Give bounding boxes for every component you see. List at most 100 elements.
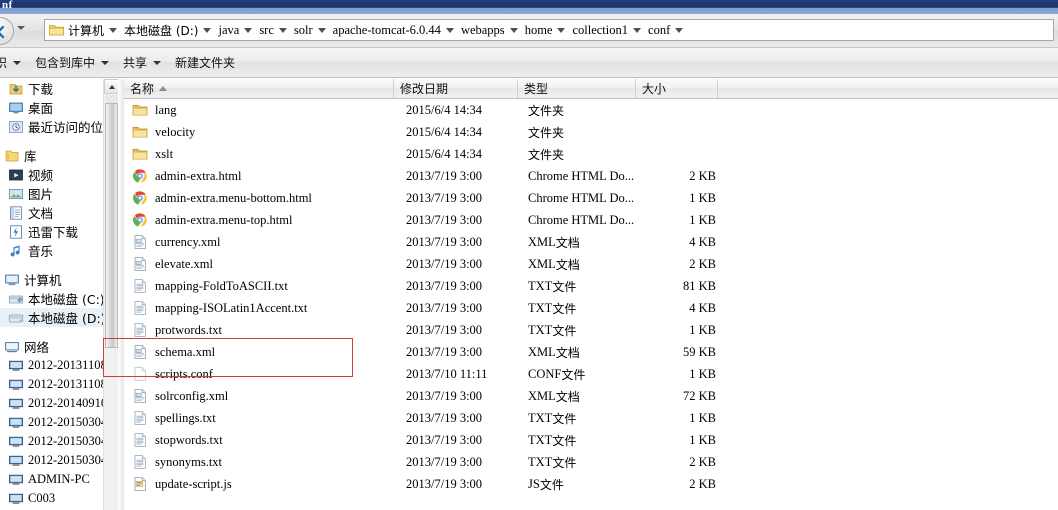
- sidebar-item-library-4[interactable]: 音乐: [0, 241, 103, 260]
- sidebar-item-network-3[interactable]: 2012-20150304AU: [0, 413, 103, 432]
- sidebar-group-libraries[interactable]: 库: [0, 146, 103, 165]
- file-name-cell[interactable]: spellings.txt: [132, 407, 216, 429]
- breadcrumb-item[interactable]: solr: [292, 20, 314, 40]
- breadcrumb-item[interactable]: home: [523, 20, 554, 40]
- file-name-cell[interactable]: admin-extra.menu-bottom.html: [132, 187, 312, 209]
- sidebar-item-library-1[interactable]: 图片: [0, 184, 103, 203]
- sidebar-group-computer[interactable]: 计算机: [0, 270, 103, 289]
- breadcrumb-item[interactable]: conf: [646, 20, 671, 40]
- breadcrumb-item[interactable]: collection1: [570, 20, 629, 40]
- breadcrumb-chevron-icon[interactable]: [557, 27, 566, 33]
- column-header-3[interactable]: 大小: [636, 79, 718, 98]
- scroll-up-button[interactable]: [104, 79, 119, 94]
- table-row[interactable]: lang 2015/6/4 14:34 文件夹: [124, 99, 1058, 121]
- table-row[interactable]: admin-extra.html 2013/7/19 3:00 Chrome HTM…: [124, 165, 1058, 187]
- table-row[interactable]: mapping-ISOLatin1Accent.txt 2013/7/19 3:0…: [124, 297, 1058, 319]
- file-name-cell[interactable]: update-script.js: [132, 473, 232, 495]
- sidebar-item-network-5[interactable]: 2012-201503040K: [0, 451, 103, 470]
- file-name-cell[interactable]: stopwords.txt: [132, 429, 223, 451]
- toolbar-item-0[interactable]: 织: [0, 52, 28, 74]
- sidebar-item-network-0[interactable]: 2012-20131108DW: [0, 356, 103, 375]
- back-button[interactable]: [0, 17, 14, 45]
- file-size-cell: 1 KB: [689, 432, 716, 447]
- sidebar-item-drive-1[interactable]: 本地磁盘 (D:): [0, 308, 103, 327]
- sidebar-item-network-2[interactable]: 2012-20140910VM: [0, 394, 103, 413]
- file-type-cell: XML 文档: [528, 341, 580, 363]
- explorer-window: nf 计算机 本地磁盘 (D:) java src solr apache-tomcat-…: [0, 0, 1058, 510]
- column-header-2[interactable]: 类型: [518, 79, 636, 98]
- file-name-cell[interactable]: velocity: [132, 121, 195, 143]
- file-name-cell[interactable]: elevate.xml: [132, 253, 213, 275]
- column-header-0[interactable]: 名称: [124, 79, 394, 98]
- scrollbar-thumb[interactable]: [105, 103, 118, 348]
- table-row[interactable]: synonyms.txt 2013/7/19 3:00 TXT 文件 2 KB: [124, 451, 1058, 473]
- breadcrumb-chevron-icon[interactable]: [109, 27, 118, 33]
- breadcrumb-chevron-icon[interactable]: [509, 27, 518, 33]
- breadcrumb-item[interactable]: 计算机: [66, 20, 105, 40]
- table-row[interactable]: elevate.xml 2013/7/19 3:00 XML 文档 2 KB: [124, 253, 1058, 275]
- file-name-cell[interactable]: lang: [132, 99, 177, 121]
- file-name-cell[interactable]: xslt: [132, 143, 173, 165]
- column-header-1[interactable]: 修改日期: [394, 79, 518, 98]
- file-name-cell[interactable]: mapping-ISOLatin1Accent.txt: [132, 297, 307, 319]
- table-row[interactable]: spellings.txt 2013/7/19 3:00 TXT 文件 1 KB: [124, 407, 1058, 429]
- sidebar-item-favorite-0[interactable]: 下载: [0, 79, 103, 98]
- sidebar-item-network-1[interactable]: 2012-20131108UU: [0, 375, 103, 394]
- sidebar-item-library-2[interactable]: 文档: [0, 203, 103, 222]
- table-row[interactable]: xslt 2015/6/4 14:34 文件夹: [124, 143, 1058, 165]
- sidebar-item-network-7[interactable]: C003: [0, 489, 103, 508]
- table-row[interactable]: protwords.txt 2013/7/19 3:00 TXT 文件 1 KB: [124, 319, 1058, 341]
- breadcrumb-item[interactable]: webapps: [459, 20, 506, 40]
- sidebar-item-network-4[interactable]: 2012-20150304HL: [0, 432, 103, 451]
- toolbar-item-1[interactable]: 包含到库中: [28, 52, 116, 74]
- breadcrumb-chevron-icon[interactable]: [445, 27, 454, 33]
- table-row[interactable]: mapping-FoldToASCII.txt 2013/7/19 3:00 TXT…: [124, 275, 1058, 297]
- scrollbar-track[interactable]: [105, 95, 118, 103]
- file-name-cell[interactable]: scripts.conf: [132, 363, 213, 385]
- sidebar-item-network-6[interactable]: ADMIN-PC: [0, 470, 103, 489]
- sidebar-group-network[interactable]: 网络: [0, 337, 103, 356]
- file-name-cell[interactable]: synonyms.txt: [132, 451, 222, 473]
- breadcrumb-chevron-icon[interactable]: [317, 27, 326, 33]
- toolbar-item-3[interactable]: 新建文件夹: [168, 52, 242, 74]
- breadcrumb-chevron-icon[interactable]: [675, 27, 684, 33]
- breadcrumb-item[interactable]: apache-tomcat-6.0.44: [331, 20, 442, 40]
- table-row[interactable]: update-script.js 2013/7/19 3:00 JS 文件 2 KB: [124, 473, 1058, 495]
- file-type-cell: XML 文档: [528, 231, 580, 253]
- file-date-cell: 2013/7/19 3:00: [406, 322, 483, 337]
- toolbar-item-2[interactable]: 共享: [116, 52, 168, 74]
- breadcrumb-chevron-icon[interactable]: [244, 27, 253, 33]
- file-name-cell[interactable]: schema.xml: [132, 341, 215, 363]
- file-name-cell[interactable]: currency.xml: [132, 231, 220, 253]
- breadcrumb-chevron-icon[interactable]: [203, 27, 212, 33]
- sidebar-item-favorite-1[interactable]: 桌面: [0, 98, 103, 117]
- file-name-cell[interactable]: admin-extra.menu-top.html: [132, 209, 292, 231]
- sidebar-item-library-3[interactable]: 迅雷下载: [0, 222, 103, 241]
- sidebar-item-drive-0[interactable]: 本地磁盘 (C:): [0, 289, 103, 308]
- table-row[interactable]: currency.xml 2013/7/19 3:00 XML 文档 4 KB: [124, 231, 1058, 253]
- sidebar-item-favorite-2[interactable]: 最近访问的位置: [0, 117, 103, 136]
- table-row[interactable]: velocity 2015/6/4 14:34 文件夹: [124, 121, 1058, 143]
- address-bar[interactable]: 计算机 本地磁盘 (D:) java src solr apache-tomcat-6.0…: [44, 19, 1054, 41]
- file-size-cell: 4 KB: [689, 300, 716, 315]
- file-name-cell[interactable]: mapping-FoldToASCII.txt: [132, 275, 288, 297]
- table-row[interactable]: stopwords.txt 2013/7/19 3:00 TXT 文件 1 KB: [124, 429, 1058, 451]
- file-name-cell[interactable]: solrconfig.xml: [132, 385, 228, 407]
- file-name-cell[interactable]: protwords.txt: [132, 319, 222, 341]
- table-row[interactable]: schema.xml 2013/7/19 3:00 XML 文档 59 KB: [124, 341, 1058, 363]
- text-file-icon: [134, 279, 146, 293]
- table-row[interactable]: admin-extra.menu-top.html 2013/7/19 3:00 C…: [124, 209, 1058, 231]
- navigation-pane-scrollbar[interactable]: [103, 79, 119, 510]
- table-row[interactable]: solrconfig.xml 2013/7/19 3:00 XML 文档 72 KB: [124, 385, 1058, 407]
- breadcrumb-chevron-icon[interactable]: [633, 27, 642, 33]
- breadcrumb-item[interactable]: java: [216, 20, 240, 40]
- breadcrumb-item[interactable]: 本地磁盘 (D:): [122, 20, 199, 40]
- table-row[interactable]: scripts.conf 2013/7/10 11:11 CONF 文件 1 KB: [124, 363, 1058, 385]
- js-file-icon: [134, 477, 146, 491]
- breadcrumb-chevron-icon[interactable]: [278, 27, 287, 33]
- table-row[interactable]: admin-extra.menu-bottom.html 2013/7/19 3:…: [124, 187, 1058, 209]
- breadcrumb-item[interactable]: src: [257, 20, 275, 40]
- recent-pages-button[interactable]: [17, 26, 25, 30]
- file-name-cell[interactable]: admin-extra.html: [132, 165, 241, 187]
- sidebar-item-library-0[interactable]: 视频: [0, 165, 103, 184]
